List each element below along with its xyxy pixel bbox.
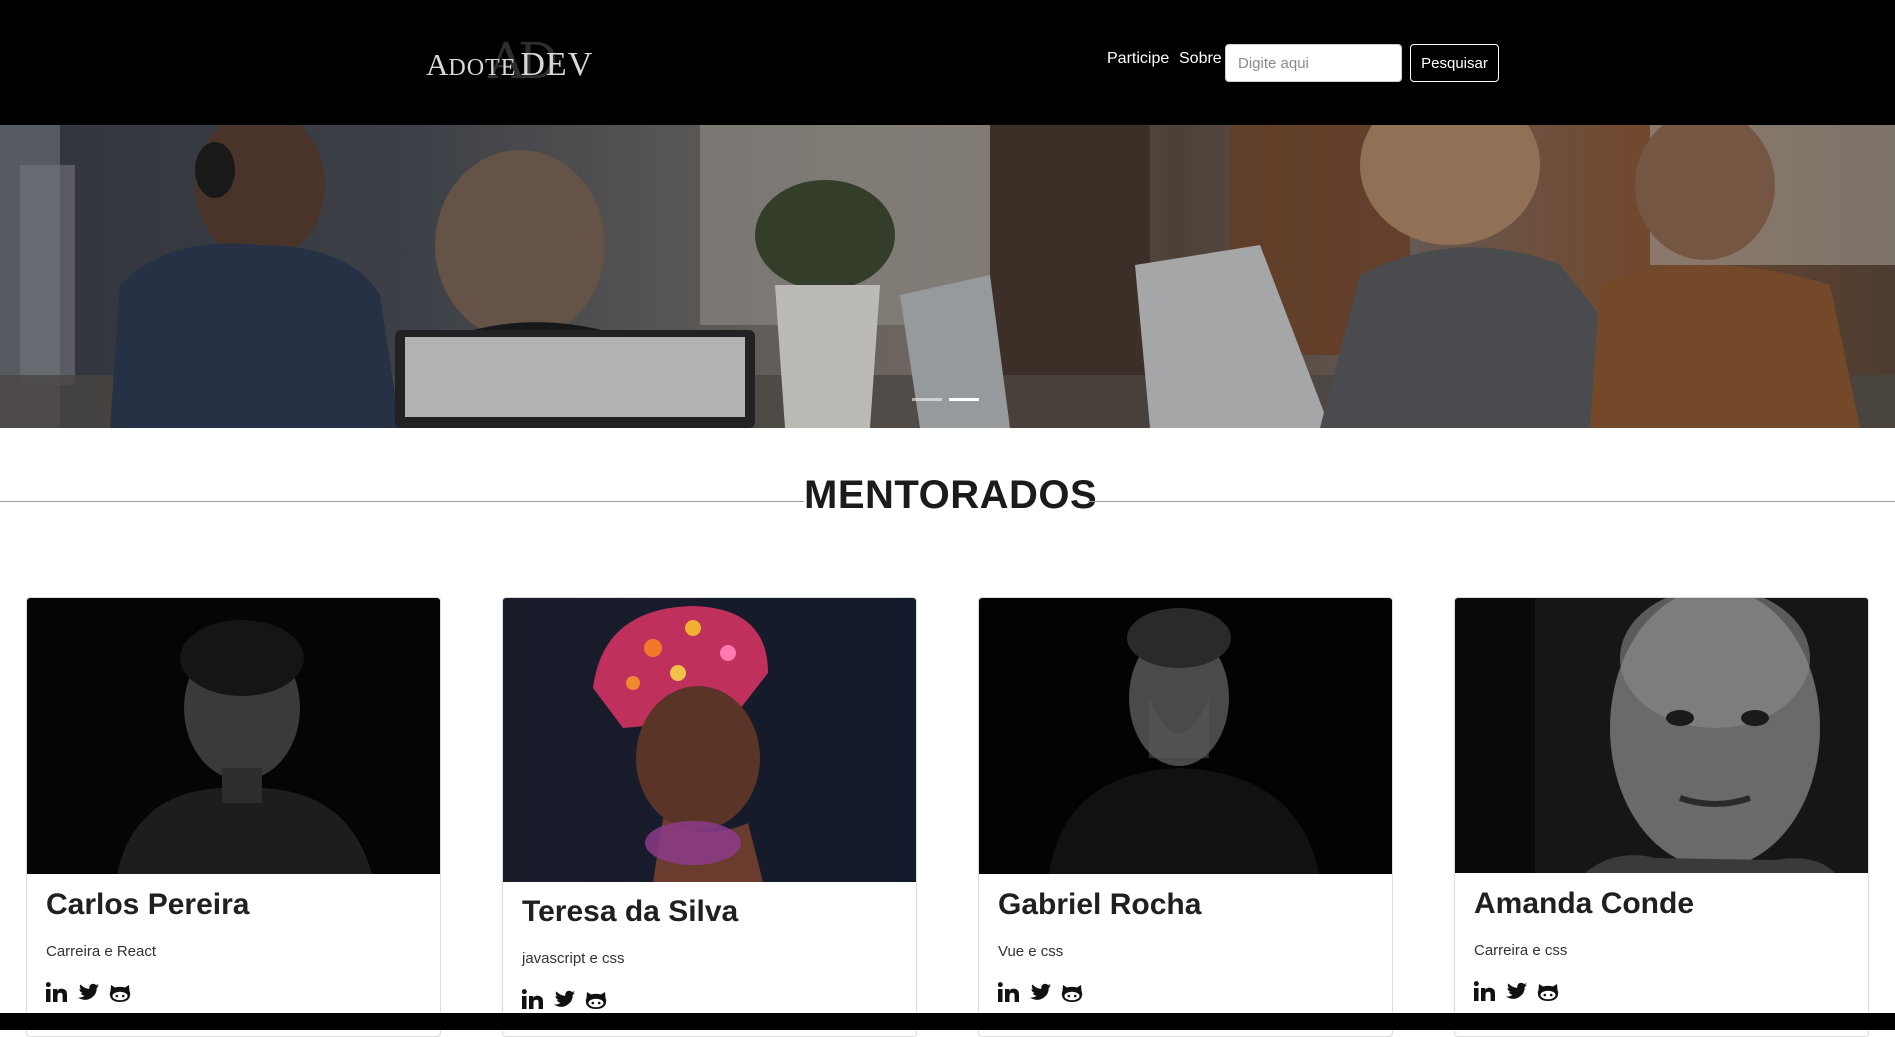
github-icon[interactable]	[109, 983, 131, 1002]
social-links	[998, 982, 1083, 1002]
mentee-name: Carlos Pereira	[46, 888, 250, 921]
social-links	[1474, 981, 1559, 1001]
mentee-name: Gabriel Rocha	[998, 888, 1202, 921]
hero-image	[0, 125, 1895, 428]
navbar: AD ADOTEDEV Participe Sobre Pesquisar	[0, 0, 1895, 125]
mentee-skills: javascript e css	[522, 950, 625, 967]
search-button[interactable]: Pesquisar	[1410, 44, 1499, 82]
mentee-skills: Carreira e css	[1474, 942, 1568, 959]
twitter-icon[interactable]	[1029, 983, 1051, 1002]
brand-logo[interactable]: AD ADOTE DEV	[426, 32, 616, 90]
logo-wordmark: ADOTE DEV	[426, 46, 594, 83]
mentee-card[interactable]: Amanda Conde Carreira e css	[1454, 597, 1869, 1037]
section-title: MENTORADOS	[804, 473, 1098, 517]
mentee-photo	[979, 598, 1392, 874]
mentee-photo	[27, 598, 440, 874]
carousel-indicator-1[interactable]	[912, 398, 942, 401]
mentee-skills: Carreira e React	[46, 943, 157, 960]
mentee-skills: Vue e css	[998, 943, 1064, 960]
twitter-icon[interactable]	[553, 990, 575, 1009]
nav-link-sobre[interactable]: Sobre	[1179, 50, 1222, 68]
social-links	[522, 989, 607, 1009]
linkedin-icon[interactable]	[998, 982, 1019, 1002]
mentee-name: Amanda Conde	[1474, 887, 1695, 920]
mentee-photo	[1455, 598, 1868, 873]
linkedin-icon[interactable]	[1474, 981, 1495, 1001]
hero-carousel	[0, 125, 1895, 428]
github-icon[interactable]	[1061, 983, 1083, 1002]
social-links	[46, 982, 131, 1002]
search-input[interactable]	[1225, 44, 1402, 82]
twitter-icon[interactable]	[1505, 982, 1527, 1001]
github-icon[interactable]	[585, 990, 607, 1009]
linkedin-icon[interactable]	[522, 989, 543, 1009]
title-divider-right	[1088, 501, 1895, 502]
mentee-name: Teresa da Silva	[522, 895, 739, 928]
mentee-photo	[503, 598, 916, 882]
bottom-bar	[0, 1013, 1895, 1030]
nav-link-participe[interactable]: Participe	[1107, 50, 1169, 68]
mentee-card[interactable]: Gabriel Rocha Vue e css	[978, 597, 1393, 1037]
twitter-icon[interactable]	[77, 983, 99, 1002]
mentee-card[interactable]: Teresa da Silva javascript e css	[502, 597, 917, 1037]
carousel-indicator-2[interactable]	[949, 398, 979, 401]
mentee-card[interactable]: Carlos Pereira Carreira e React	[26, 597, 441, 1037]
github-icon[interactable]	[1537, 982, 1559, 1001]
linkedin-icon[interactable]	[46, 982, 67, 1002]
title-divider-left	[0, 501, 804, 502]
